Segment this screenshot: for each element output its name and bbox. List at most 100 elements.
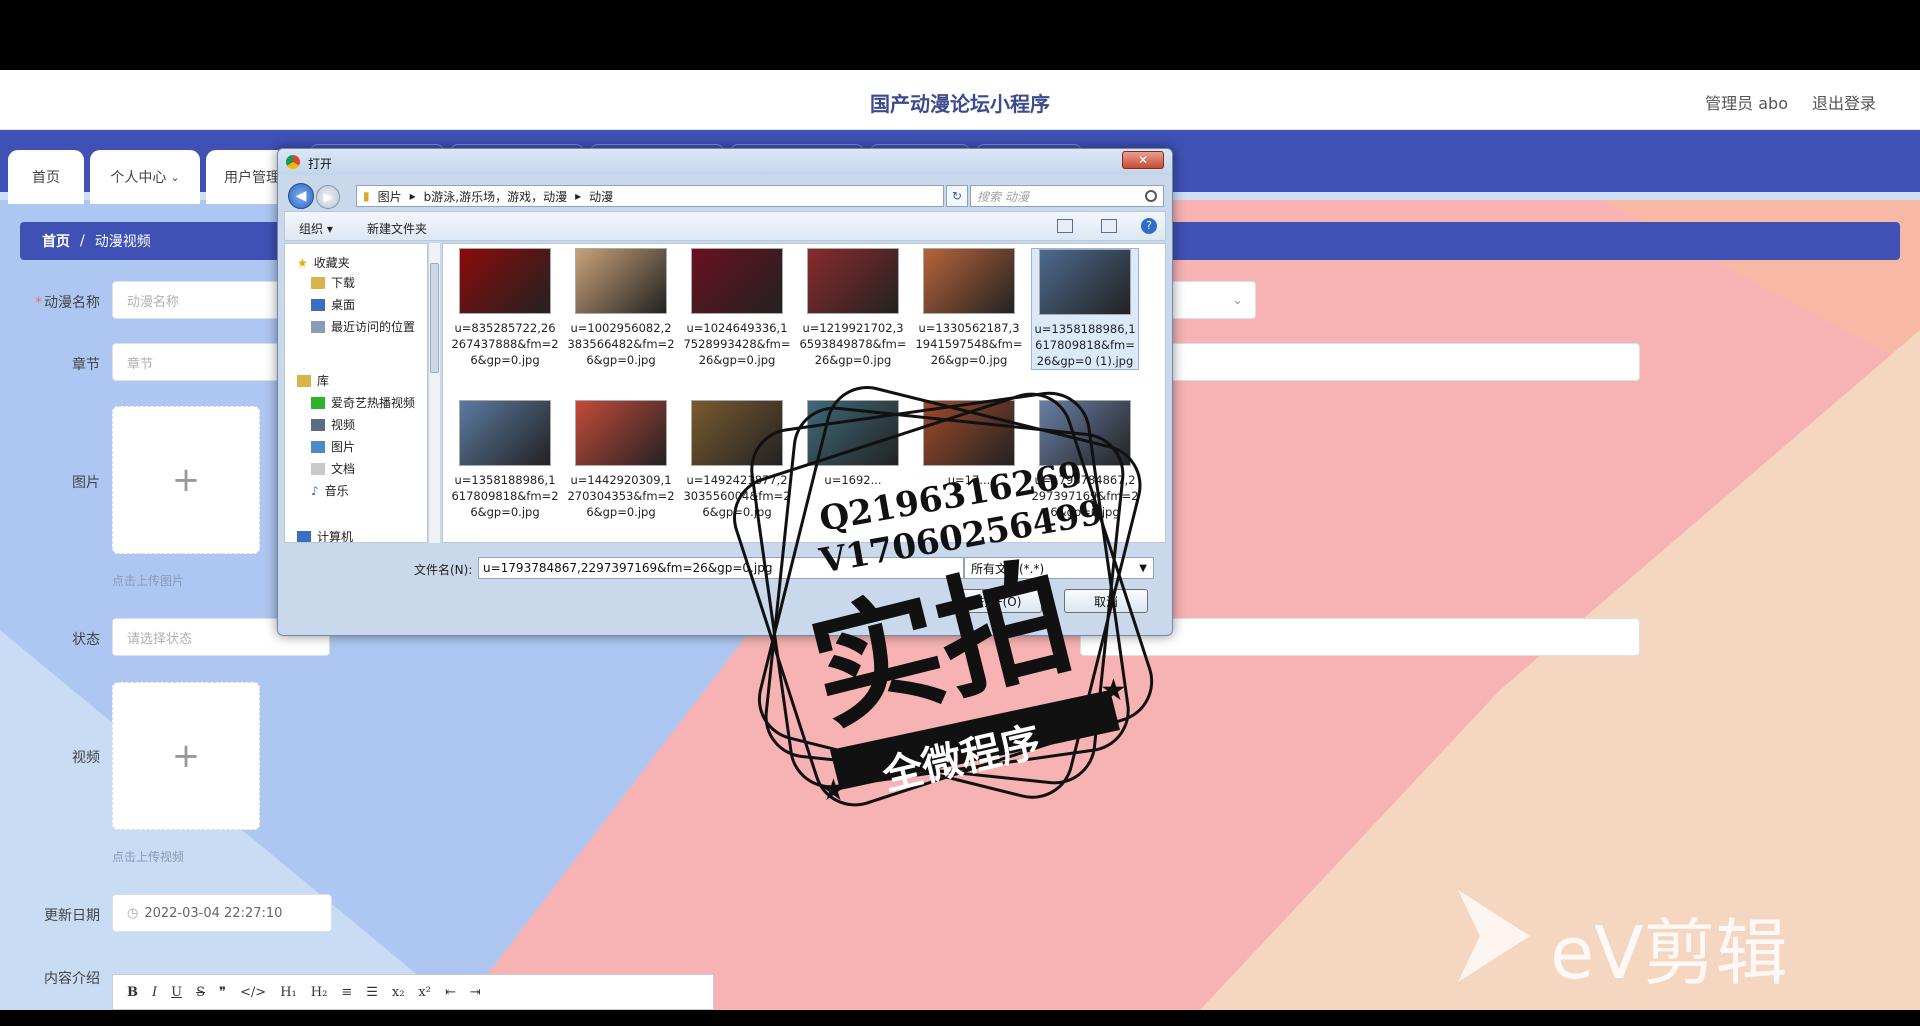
star-icon: ★ — [820, 773, 847, 808]
ordered-list-button[interactable]: ≡ — [341, 985, 352, 1000]
chapter-label: 章节 — [72, 357, 100, 373]
file-name: u=1219921702,36593849878&fm=26&gp=0.jpg — [799, 321, 907, 367]
dialog-titlebar[interactable]: 打开 ✕ — [278, 149, 1172, 175]
underline-button[interactable]: U — [171, 985, 182, 1000]
file-item[interactable]: u=1330562187,31941597548&fm=26&gp=0.jpg — [915, 248, 1023, 368]
nav-favorites[interactable]: ★ 收藏夹 — [297, 254, 350, 271]
code-button[interactable]: </> — [240, 985, 266, 1000]
logout-link[interactable]: 退出登录 — [1812, 90, 1876, 114]
top-header: 国产动漫论坛小程序 管理员 abo 退出登录 — [0, 70, 1920, 130]
italic-button[interactable]: I — [152, 985, 157, 1000]
breadcrumb-home[interactable]: 首页 — [42, 231, 70, 251]
recent-places-icon — [311, 320, 325, 333]
file-item[interactable]: u=1002956082,2383566482&fm=26&gp=0.jpg — [567, 248, 675, 368]
h1-button[interactable]: H₁ — [280, 985, 297, 1000]
clock-icon: ◷ — [127, 905, 139, 921]
scrollbar-thumb[interactable] — [430, 263, 439, 373]
file-item[interactable]: u=1358188986,1617809818&fm=26&gp=0 (1).j… — [1031, 248, 1139, 370]
folder-icon: ▮ — [363, 189, 370, 203]
update-date-input[interactable]: ◷ 2022-03-04 22:27:10 — [112, 894, 332, 932]
address-segment[interactable]: b游泳,游乐场，游戏，动漫 — [424, 188, 567, 205]
nav-desktop[interactable]: 桌面 — [311, 296, 355, 313]
nav-iqiyi[interactable]: 爱奇艺热播视频 — [311, 394, 415, 411]
file-item[interactable]: u=1358188986,1617809818&fm=26&gp=0.jpg — [451, 400, 559, 520]
strike-button[interactable]: S — [196, 985, 205, 1000]
video-label: 视频 — [72, 750, 100, 766]
iqiyi-icon — [311, 396, 325, 409]
file-item[interactable]: u=1219921702,36593849878&fm=26&gp=0.jpg — [799, 248, 907, 368]
star-icon: ★ — [1100, 673, 1127, 708]
nav-home[interactable]: 首页 — [8, 150, 84, 204]
update-date-value: 2022-03-04 22:27:10 — [144, 905, 283, 921]
stamp-watermark: Q2196316269 V17060256499 实拍 全微程序 ★ ★ — [733, 386, 1154, 808]
address-bar[interactable]: ▮ 图片 ▸ b游泳,游乐场，游戏，动漫 ▸ 动漫 — [356, 185, 944, 207]
image-label: 图片 — [72, 475, 100, 491]
file-thumbnail — [575, 400, 667, 466]
library-icon — [297, 374, 311, 387]
forward-arrow-icon[interactable]: ▶ — [316, 185, 340, 209]
nav-downloads[interactable]: 下载 — [311, 274, 355, 291]
chevron-down-icon: ⌄ — [170, 170, 180, 184]
nav-computer[interactable]: 计算机 — [297, 528, 353, 542]
file-thumbnail — [691, 248, 783, 314]
organize-menu[interactable]: 组织 ▾ — [299, 220, 333, 237]
file-thumbnail — [459, 400, 551, 466]
file-name: u=1442920309,1270304353&fm=26&gp=0.jpg — [567, 473, 675, 519]
video-upload-box[interactable]: + — [112, 682, 260, 830]
nav-personal-center[interactable]: 个人中心 ⌄ — [90, 150, 200, 204]
h2-button[interactable]: H₂ — [311, 985, 328, 1000]
superscript-button[interactable]: x² — [418, 985, 431, 1000]
ev-logo-text: eV剪辑 — [1550, 911, 1788, 995]
preview-pane-icon[interactable] — [1101, 219, 1117, 233]
breadcrumb-separator: / — [80, 233, 85, 249]
new-folder-button[interactable]: 新建文件夹 — [367, 220, 427, 237]
path-separator-icon: ▸ — [575, 189, 582, 203]
address-segment[interactable]: 动漫 — [589, 188, 613, 205]
search-placeholder: 搜索 动漫 — [977, 189, 1029, 204]
file-name: u=1002956082,2383566482&fm=26&gp=0.jpg — [567, 321, 675, 367]
address-segment[interactable]: 图片 — [378, 188, 402, 205]
bold-button[interactable]: B — [127, 985, 138, 1000]
status-label: 状态 — [72, 632, 100, 648]
nav-videos[interactable]: 视频 — [311, 416, 355, 433]
quote-button[interactable]: ❞ — [219, 985, 226, 1000]
update-date-label: 更新日期 — [44, 908, 100, 924]
chrome-icon — [286, 155, 300, 169]
file-thumbnail — [459, 248, 551, 314]
download-folder-icon — [311, 276, 325, 289]
rich-text-toolbar: B I U S ❞ </> H₁ H₂ ≡ ☰ x₂ x² ⇤ ⇥ — [112, 974, 714, 1010]
file-name: u=835285722,26267437888&fm=26&gp=0.jpg — [451, 321, 559, 367]
view-options-icon[interactable] — [1057, 219, 1073, 233]
filename-label: 文件名(N): — [414, 563, 473, 577]
bullet-list-button[interactable]: ☰ — [366, 985, 378, 1000]
nav-pictures[interactable]: 图片 — [311, 438, 355, 455]
navigation-scrollbar[interactable] — [428, 243, 440, 543]
subscript-button[interactable]: x₂ — [392, 985, 405, 1000]
file-thumbnail — [923, 248, 1015, 314]
video-letterbox-bottom — [0, 1010, 1920, 1026]
file-thumbnail — [1039, 249, 1131, 315]
ev-editor-logo: eV剪辑 — [1450, 890, 1830, 1000]
file-item[interactable]: u=1024649336,17528993428&fm=26&gp=0.jpg — [683, 248, 791, 368]
help-icon[interactable]: ? — [1141, 218, 1157, 234]
nav-recent[interactable]: 最近访问的位置 — [311, 318, 415, 335]
refresh-icon[interactable]: ↻ — [946, 185, 968, 207]
file-item[interactable]: u=1442920309,1270304353&fm=26&gp=0.jpg — [567, 400, 675, 520]
image-upload-box[interactable]: + — [112, 406, 260, 554]
file-name: u=1024649336,17528993428&fm=26&gp=0.jpg — [683, 321, 791, 367]
admin-username: 管理员 abo — [1705, 94, 1788, 113]
music-icon: ♪ — [311, 483, 319, 498]
file-item[interactable]: u=835285722,26267437888&fm=26&gp=0.jpg — [451, 248, 559, 368]
folder-search-input[interactable]: 搜索 动漫 — [970, 185, 1164, 207]
nav-libraries[interactable]: 库 — [297, 372, 329, 389]
dialog-close-button[interactable]: ✕ — [1122, 151, 1164, 169]
app-title: 国产动漫论坛小程序 — [870, 92, 1050, 116]
file-name: u=1358188986,1617809818&fm=26&gp=0.jpg — [451, 473, 559, 519]
back-arrow-icon[interactable]: ◀ — [288, 183, 314, 209]
nav-music[interactable]: ♪ 音乐 — [311, 482, 349, 499]
desktop-icon — [311, 298, 325, 311]
indent-button[interactable]: ⇥ — [470, 985, 481, 1000]
outdent-button[interactable]: ⇤ — [445, 985, 456, 1000]
video-upload-hint: 点击上传视频 — [112, 850, 185, 864]
nav-documents[interactable]: 文档 — [311, 460, 355, 477]
